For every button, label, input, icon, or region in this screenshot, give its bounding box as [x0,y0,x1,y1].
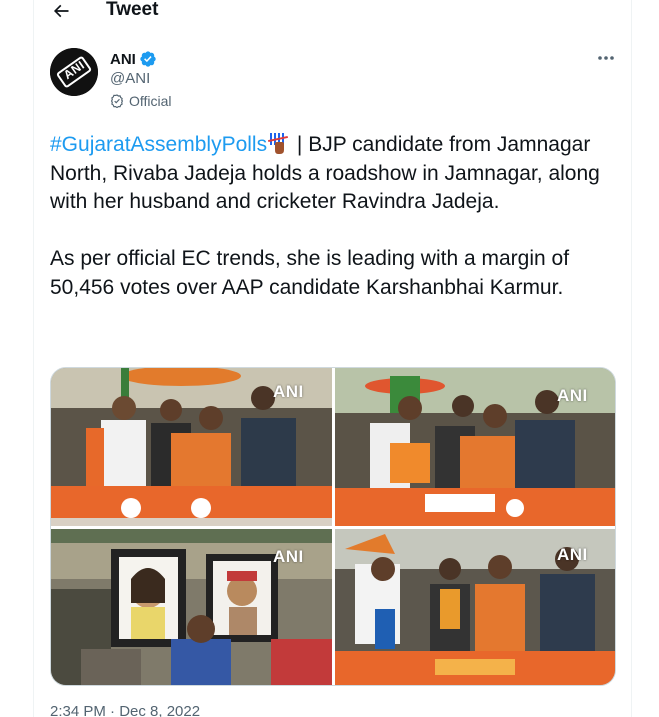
roadshow-photo-1[interactable]: ANI [51,368,332,526]
more-options-button[interactable] [596,50,616,66]
hashtag-link[interactable]: #GujaratAssemblyPolls [50,133,267,156]
ani-watermark: ANI [557,386,588,405]
ani-watermark: ANI [273,382,304,401]
arrow-left-icon [53,4,69,18]
column-border-right [631,0,632,717]
roadshow-photo-2[interactable]: ANI [335,368,615,526]
ballot-tally-emoji [268,133,289,154]
page-title: Tweet [106,0,159,20]
more-dots-icon [598,56,614,60]
official-label-text: Official [129,93,172,109]
tweet-paragraph-2: As per official EC trends, she is leadin… [50,247,570,299]
page-header: Tweet [34,0,631,26]
ani-watermark: ANI [557,545,588,564]
author-name-text: ANI [110,50,136,68]
author-handle[interactable]: @ANI [110,70,150,87]
verified-badge-icon [140,51,156,67]
portraits-photo-3[interactable]: ANI [51,529,332,685]
tweet-text: #GujaratAssemblyPolls | BJP candidate fr… [50,131,620,302]
roadshow-photo-4[interactable]: ANI [335,529,615,685]
author-name[interactable]: ANI [110,50,157,68]
ani-watermark: ANI [273,547,304,566]
tweet-paragraph-1: #GujaratAssemblyPolls | BJP candidate fr… [50,131,620,217]
official-label: Official [110,93,172,109]
column-border-left [33,0,34,717]
tweet-timestamp[interactable]: 2:34 PM · Dec 8, 2022 [50,703,200,717]
official-badge-icon [110,94,124,108]
avatar[interactable]: ANI [50,48,98,96]
media-grid: ANI ANI ANI ANI [50,367,616,686]
back-button[interactable] [50,0,72,22]
